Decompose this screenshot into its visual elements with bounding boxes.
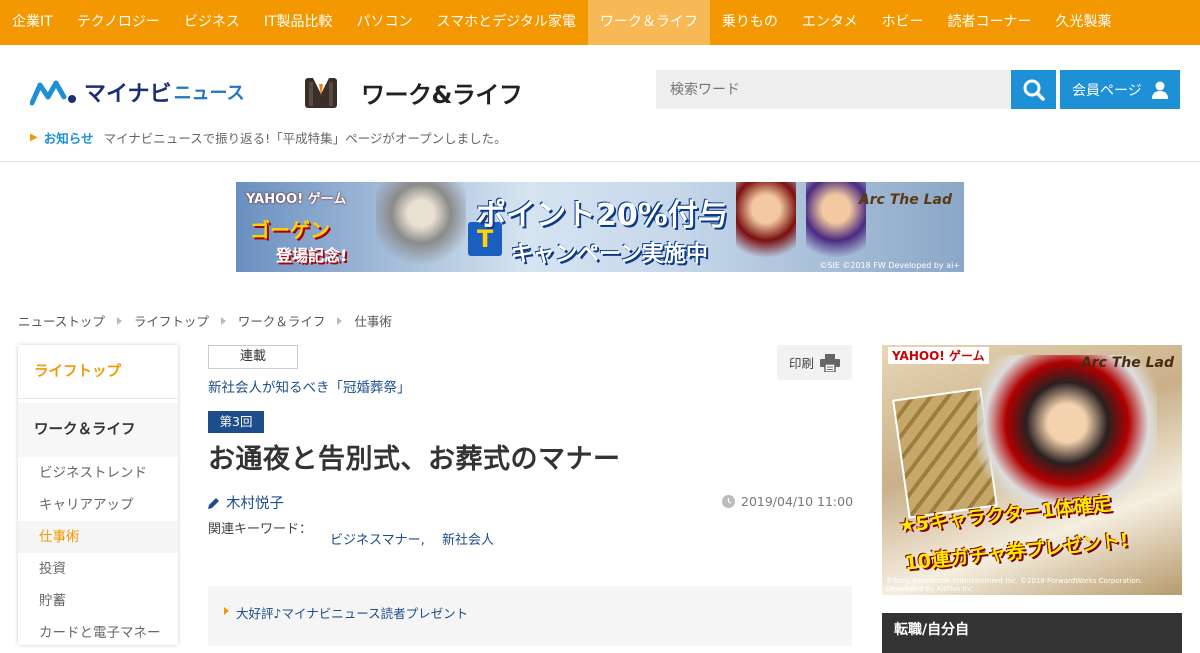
sidebar-ad[interactable]: YAHOO! ゲーム Arc The Lad ★5キャラクター1体確定 10連ガ… [882,345,1182,595]
sidebar-item-business-trend[interactable]: ビジネストレンド [18,457,178,489]
chevron-right-icon: ▶ [30,132,38,143]
ad-game-logo: Arc The Lad [858,192,952,208]
nav-item-readers[interactable]: 読者コーナー [935,0,1043,45]
breadcrumb-separator-icon [220,316,226,325]
pencil-icon [208,497,219,509]
sidebar-item-career-up[interactable]: キャリアアップ [18,489,178,521]
right-box-title: 転職/自分自 [882,613,1182,653]
search-button[interactable] [1011,70,1056,109]
ad-game-logo: Arc The Lad [1080,355,1174,371]
keyword-link[interactable]: ビジネスマナー, [330,529,425,548]
user-icon [1151,81,1168,99]
notice-tag: お知らせ [43,131,94,146]
print-label: 印刷 [788,356,814,371]
promo-box: 大好評♪マイナビニュース読者プレゼント [208,586,852,646]
clock-icon [722,495,735,508]
nav-item-hisamitsu[interactable]: 久光製薬 [1043,0,1123,45]
nav-item-pc[interactable]: パソコン [345,0,425,45]
sidebar-item-investment[interactable]: 投資 [18,553,178,585]
section-title: ワーク&ライフ [361,80,523,109]
notice-link[interactable]: マイナビニュースで振り返る!「平成特集」ページがオープンしました。 [103,128,506,147]
sidebar-life-top[interactable]: ライフトップ [18,345,178,399]
ad-yahoo-logo: YAHOO! ゲーム [888,347,989,364]
printer-icon [820,353,840,372]
section-logo[interactable]: ワーク&ライフ [303,74,523,110]
sidebar-item-cards[interactable]: カードと電子マネー [18,617,178,649]
sidebar-category[interactable]: ワーク＆ライフ [18,403,178,457]
breadcrumb-separator-icon [116,316,122,325]
ad-copyright: ©Sony Interactive Entertainment Inc. ©20… [886,577,1143,593]
nav-item-it-products[interactable]: IT製品比較 [252,0,345,45]
nav-item-hobby[interactable]: ホビー [869,0,935,45]
keyword-link[interactable]: 新社会人 [442,529,494,548]
mynavi-mark-icon [30,80,76,106]
logo-sub-text: ニュース [173,83,245,104]
ad-headline: ゴーゲン [250,218,330,242]
nav-item-business[interactable]: ビジネス [172,0,252,45]
author-link[interactable]: 木村悦子 [208,492,284,513]
suit-icon [305,78,337,108]
nav-item-vehicles[interactable]: 乗りもの [710,0,790,45]
breadcrumb: ニューストップ ライフトップ ワーク＆ライフ 仕事術 [18,311,392,330]
member-page-label: 会員ページ [1072,82,1142,99]
author-name: 木村悦子 [226,496,284,512]
search-icon [1023,79,1045,101]
keywords-label: 関連キーワード： [208,522,313,537]
member-page-button[interactable]: 会員ページ [1060,70,1180,109]
breadcrumb-current[interactable]: 仕事術 [354,311,392,330]
ad-subheadline: 登場記念! [276,246,348,265]
breadcrumb-separator-icon [337,316,343,325]
series-title-link[interactable]: 新社会人が知るべき「冠婚葬祭」 [208,376,411,396]
header-divider [0,161,1200,162]
breadcrumb-news-top[interactable]: ニューストップ [18,311,105,330]
ad-campaign-text: キャンペーン実施中 [511,242,708,267]
ad-point-text: ポイント20%付与 [476,198,728,233]
breadcrumb-life-top[interactable]: ライフトップ [134,311,209,330]
article-title: お通夜と告別式、お葬式のマナー [208,444,621,475]
site-logo[interactable]: マイナビ ニュース [30,76,245,108]
nav-item-smartphone[interactable]: スマホとデジタル家電 [425,0,588,45]
sidebar-item-work-skills[interactable]: 仕事術 [18,521,178,553]
ad-copyright: ©SIE ©2018 FW Developed by ai+ [819,261,960,270]
nav-item-technology[interactable]: テクノロジー [65,0,172,45]
nav-item-work-life[interactable]: ワーク＆ライフ [587,0,710,45]
logo-main-text: マイナビ [84,82,172,107]
breadcrumb-work-life[interactable]: ワーク＆ライフ [238,311,326,330]
sidebar-nav: ライフトップ ワーク＆ライフ ビジネストレンド キャリアアップ 仕事術 投資 貯… [18,345,178,645]
category-nav: 企業IT テクノロジー ビジネス IT製品比較 パソコン スマホとデジタル家電 … [0,0,1200,45]
banner-ad[interactable]: YAHOO! ゲーム ゴーゲン 登場記念! T ポイント20%付与 キャンペーン… [236,182,964,272]
publish-date-text: 2019/04/10 11:00 [741,494,854,509]
series-badge: 連載 [208,345,298,369]
sidebar-item-savings[interactable]: 貯蓄 [18,585,178,617]
search-input[interactable] [656,70,1011,109]
notice-bar: ▶ お知らせ マイナビニュースで振り返る!「平成特集」ページがオープンしました。 [30,128,507,147]
nav-item-entertainment[interactable]: エンタメ [790,0,870,45]
ad-character-image [806,182,866,272]
ad-character-image [736,182,796,272]
ad-yahoo-logo: YAHOO! ゲーム [246,192,347,207]
nav-item-enterprise-it[interactable]: 企業IT [0,0,65,45]
ad-character-image [376,182,466,272]
publish-date: 2019/04/10 11:00 [722,494,853,509]
promo-link[interactable]: 大好評♪マイナビニュース読者プレゼント [223,603,468,622]
print-button[interactable]: 印刷 [777,345,852,380]
episode-badge: 第3回 [208,411,264,433]
